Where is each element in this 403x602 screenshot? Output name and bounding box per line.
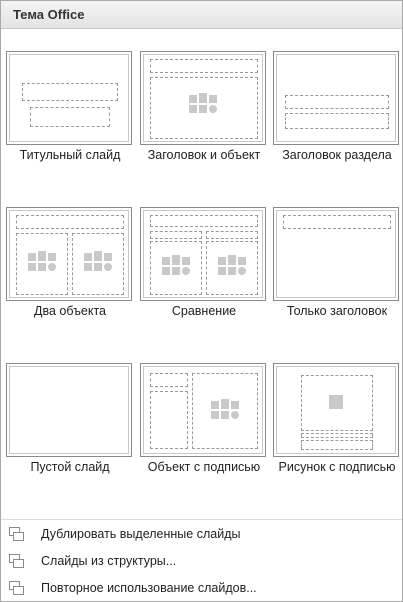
command-label: Слайды из структуры... — [41, 554, 177, 568]
layout-label: Сравнение — [171, 304, 237, 318]
layout-picture-caption[interactable]: Рисунок с подписью — [273, 363, 401, 485]
slides-from-outline-icon — [7, 553, 25, 569]
theme-title: Тема Office — [13, 7, 85, 22]
content-placeholder-icon — [162, 255, 190, 277]
layout-label: Два объекта — [34, 304, 106, 318]
content-placeholder-icon — [211, 399, 239, 421]
layout-thumbnail — [140, 363, 266, 457]
separator — [1, 519, 402, 520]
layout-content-caption[interactable]: Объект с подписью — [140, 363, 268, 485]
content-placeholder-icon — [218, 255, 246, 277]
layout-thumbnail — [6, 363, 132, 457]
content-placeholder-icon — [84, 251, 112, 273]
layout-thumbnail — [6, 51, 132, 145]
layout-blank[interactable]: Пустой слайд — [6, 363, 134, 485]
layout-label: Рисунок с подписью — [278, 460, 396, 474]
layout-thumbnail — [140, 207, 266, 301]
layout-label: Заголовок и объект — [147, 148, 261, 162]
gallery-header: Тема Office — [1, 1, 402, 29]
layout-label: Титульный слайд — [19, 148, 121, 162]
content-placeholder-icon — [28, 251, 56, 273]
layout-section-header[interactable]: Заголовок раздела — [273, 51, 401, 173]
layout-thumbnail — [140, 51, 266, 145]
command-label: Дублировать выделенные слайды — [41, 527, 241, 541]
slides-from-outline-command[interactable]: Слайды из структуры... — [1, 549, 402, 575]
layout-title-content[interactable]: Заголовок и объект — [140, 51, 268, 173]
command-label: Повторное использование слайдов... — [41, 581, 257, 595]
reuse-slides-command[interactable]: Повторное использование слайдов... — [1, 576, 402, 602]
duplicate-slides-command[interactable]: Дублировать выделенные слайды — [1, 522, 402, 548]
layout-thumbnail — [273, 207, 399, 301]
layout-thumbnail — [273, 51, 399, 145]
layout-two-content[interactable]: Два объекта — [6, 207, 134, 329]
reuse-slides-icon — [7, 580, 25, 596]
layout-label: Заголовок раздела — [282, 148, 392, 162]
layout-comparison[interactable]: Сравнение — [140, 207, 268, 329]
layout-title-slide[interactable]: Титульный слайд — [6, 51, 134, 173]
layout-label: Только заголовок — [286, 304, 388, 318]
layout-label: Пустой слайд — [30, 460, 110, 474]
layout-gallery: Тема Office Титульный слайд Заголовок и … — [0, 0, 403, 602]
layout-thumbnail — [273, 363, 399, 457]
duplicate-slides-icon — [7, 526, 25, 542]
content-placeholder-icon — [189, 93, 217, 115]
layout-thumbnail — [6, 207, 132, 301]
layout-title-only[interactable]: Только заголовок — [273, 207, 401, 329]
layout-label: Объект с подписью — [147, 460, 261, 474]
picture-placeholder-icon — [329, 395, 343, 409]
